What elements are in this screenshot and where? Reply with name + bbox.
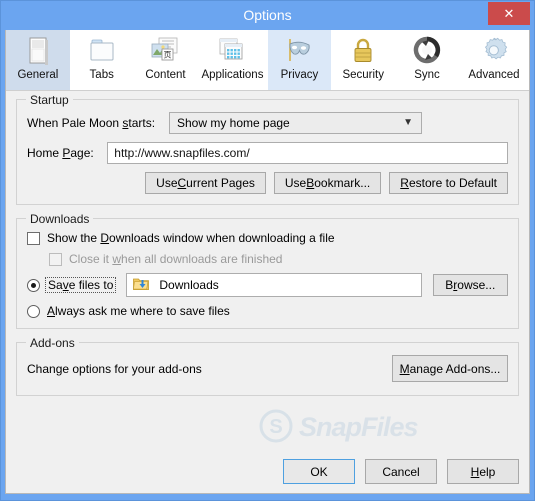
browse-button[interactable]: Br owse... (432, 274, 508, 296)
tabs-folder-icon (85, 34, 119, 68)
always-ask-label: Always ask me where to save files (47, 304, 230, 318)
svg-text:页: 页 (164, 51, 172, 60)
downloads-folder-icon (133, 276, 150, 294)
content-page-icon: 页 (148, 34, 182, 68)
sync-arrows-icon (410, 34, 444, 68)
tab-label: Sync (414, 69, 440, 81)
download-folder-name: Downloads (159, 278, 219, 292)
manage-addons-button[interactable]: Manage Add-ons... (392, 355, 508, 382)
window-title: Options (243, 7, 292, 23)
tab-label: Advanced (468, 69, 520, 81)
help-button[interactable]: Help (447, 459, 519, 484)
addons-description: Change options for your add-ons (27, 361, 202, 376)
restore-to-default-button[interactable]: Restore to Default (389, 172, 508, 194)
home-page-row: Home Page: http://www.snapfiles.com/ (27, 142, 508, 164)
save-files-to-row: Save files to Downloads Br owse... (27, 273, 508, 297)
always-ask-row: Always ask me where to save files (27, 304, 508, 318)
close-when-finished-checkbox (49, 252, 62, 266)
addons-row: Change options for your add-ons Manage A… (27, 355, 508, 382)
cancel-button[interactable]: Cancel (365, 459, 437, 484)
tab-label: Privacy (280, 69, 319, 81)
startup-group-title: Startup (26, 93, 73, 107)
tab-label: Applications (201, 69, 264, 81)
when-starts-label: When Pale Moon starts: (27, 116, 156, 130)
startup-group: Startup When Pale Moon starts: Show my h… (16, 93, 519, 205)
security-padlock-icon (346, 34, 380, 68)
save-files-to-radio[interactable] (27, 278, 40, 292)
addons-group: Add-ons Change options for your add-ons … (16, 336, 519, 396)
tab-advanced[interactable]: Advanced (458, 30, 530, 90)
show-downloads-window-checkbox[interactable] (27, 231, 40, 245)
general-window-icon (21, 34, 55, 68)
tab-general[interactable]: General (6, 30, 70, 90)
tab-security[interactable]: Security (331, 30, 396, 90)
tab-content[interactable]: 页 Content (133, 30, 198, 90)
tab-label: Content (145, 69, 186, 81)
tab-label: General (17, 69, 59, 81)
tab-tabs[interactable]: Tabs (69, 30, 134, 90)
downloads-group: Downloads Show the Downloads window when… (16, 212, 519, 329)
startup-behavior-select[interactable]: Show my home page ▼ (169, 112, 422, 134)
dialog-client-area: General Tabs 页 Content Applications Priv… (5, 30, 530, 494)
use-bookmark-button[interactable]: Use Bookmark... (273, 172, 382, 194)
save-files-to-label: Save files to (45, 277, 117, 293)
always-ask-radio[interactable] (27, 304, 40, 318)
home-page-value: http://www.snapfiles.com/ (114, 146, 250, 160)
downloads-group-title: Downloads (26, 212, 94, 226)
title-bar: Options ✕ (1, 1, 534, 30)
tab-applications[interactable]: Applications (197, 30, 268, 90)
general-panel: Startup When Pale Moon starts: Show my h… (6, 91, 529, 396)
snapfiles-watermark: S SnapFiles (259, 409, 469, 443)
tab-label: Security (342, 69, 384, 81)
home-page-input[interactable]: http://www.snapfiles.com/ (107, 142, 508, 164)
startup-behavior-value: Show my home page (177, 116, 290, 130)
tab-sync[interactable]: Sync (395, 30, 459, 90)
show-downloads-window-label: Show the Downloads window when downloadi… (47, 231, 335, 245)
addons-group-title: Add-ons (26, 336, 79, 350)
options-tabstrip: General Tabs 页 Content Applications Priv… (6, 30, 530, 91)
show-downloads-window-row: Show the Downloads window when downloadi… (27, 231, 508, 245)
chevron-down-icon: ▼ (403, 116, 413, 128)
home-page-actions: Use Current Pages Use Bookmark... Restor… (27, 172, 508, 194)
dialog-button-bar: OK Cancel Help (283, 459, 519, 484)
privacy-mask-icon (282, 34, 316, 68)
startup-behavior-row: When Pale Moon starts: Show my home page… (27, 112, 508, 134)
close-when-finished-row: Close it when all downloads are finished (49, 252, 508, 266)
tab-label: Tabs (89, 69, 114, 81)
svg-text:S: S (269, 416, 282, 438)
advanced-gear-icon (477, 34, 511, 68)
close-when-finished-label: Close it when all downloads are finished (69, 252, 283, 266)
home-page-label: Home Page: (27, 146, 94, 160)
watermark-text: SnapFiles (299, 412, 419, 442)
ok-button[interactable]: OK (283, 459, 355, 484)
use-current-pages-button[interactable]: Use Current Pages (145, 172, 266, 194)
options-window: Options ✕ General Tabs 页 Content Applica… (0, 0, 535, 501)
download-folder-field[interactable]: Downloads (126, 273, 422, 297)
tab-privacy[interactable]: Privacy (267, 30, 332, 90)
applications-grid-icon (215, 34, 249, 68)
close-icon[interactable]: ✕ (488, 2, 530, 25)
